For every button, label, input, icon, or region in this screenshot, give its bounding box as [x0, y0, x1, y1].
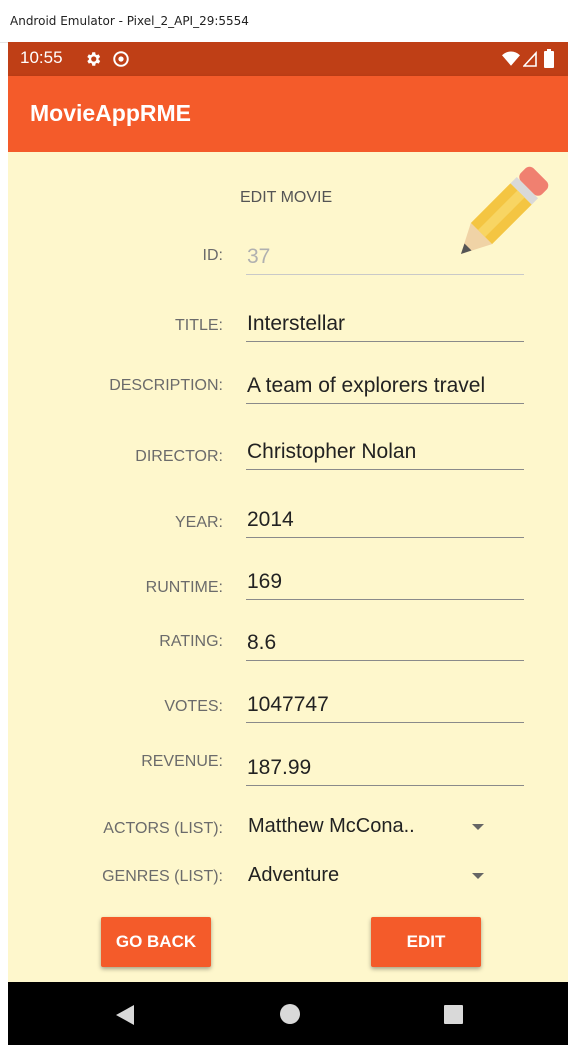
year-value: 2014 [247, 508, 294, 531]
votes-value: 1047747 [247, 693, 329, 716]
description-label: DESCRIPTION: [109, 377, 223, 394]
gear-icon [87, 52, 101, 66]
battery-icon [544, 49, 554, 68]
recents-icon[interactable] [444, 1005, 463, 1024]
year-label: YEAR: [174, 514, 223, 531]
director-value: Christopher Nolan [247, 440, 417, 463]
actors-label: ACTORS (LIST): [103, 820, 223, 837]
director-label: DIRECTOR: [135, 448, 223, 465]
genres-selected: Adventure [248, 864, 340, 886]
title-label: TITLE: [174, 317, 223, 334]
actors-selected: Matthew McCona.. [248, 815, 415, 837]
title-value: Interstellar [247, 312, 346, 335]
actors-dropdown[interactable]: Matthew McCona.. [246, 811, 496, 841]
wifi-icon [502, 51, 520, 66]
revenue-label: REVENUE: [141, 753, 223, 770]
revenue-value: 187.99 [247, 756, 312, 779]
id-field: 37 [246, 240, 524, 275]
home-icon[interactable] [280, 1004, 300, 1024]
edit-movie-form: EDIT MOVIE ID: 37 TITLE: Interstellar DE… [8, 152, 568, 982]
chevron-down-icon [472, 824, 484, 830]
title-field[interactable]: Interstellar [246, 307, 524, 342]
emulator-title-bar: Android Emulator - Pixel_2_API_29:5554 [0, 0, 568, 43]
go-back-button[interactable]: GO BACK [101, 917, 211, 967]
id-value: 37 [247, 245, 271, 268]
phone-screen: 10:55 MovieAppRME EDIT MOVIE ID: 37 TITL… [8, 42, 568, 1045]
status-time: 10:55 [20, 48, 63, 67]
app-title: MovieAppRME [30, 100, 191, 126]
genres-label: GENRES (LIST): [102, 868, 223, 885]
status-bar: 10:55 [8, 42, 568, 76]
genres-dropdown[interactable]: Adventure [246, 860, 496, 890]
signal-icon [523, 51, 537, 67]
runtime-value: 169 [247, 570, 283, 593]
year-field[interactable]: 2014 [246, 503, 524, 538]
chevron-down-icon [472, 873, 484, 879]
description-field[interactable]: A team of explorers travel [246, 369, 524, 404]
back-icon[interactable] [115, 1004, 135, 1026]
rating-label: RATING: [159, 633, 223, 650]
rating-value: 8.6 [247, 631, 277, 654]
votes-label: VOTES: [164, 698, 223, 715]
description-value: A team of explorers travel [247, 374, 486, 397]
id-label: ID: [202, 247, 223, 264]
edit-button[interactable]: EDIT [371, 917, 481, 967]
runtime-label: RUNTIME: [145, 579, 223, 596]
runtime-field[interactable]: 169 [246, 565, 524, 600]
votes-field[interactable]: 1047747 [246, 688, 524, 723]
revenue-field[interactable]: 187.99 [246, 751, 524, 786]
app-bar: MovieAppRME [8, 76, 568, 152]
nav-bar [8, 982, 568, 1045]
circle-at-icon [113, 51, 129, 67]
window-title: Android Emulator - Pixel_2_API_29:5554 [10, 14, 249, 28]
director-field[interactable]: Christopher Nolan [246, 435, 524, 470]
rating-field[interactable]: 8.6 [246, 626, 524, 661]
page-title: EDIT MOVIE [240, 189, 333, 206]
